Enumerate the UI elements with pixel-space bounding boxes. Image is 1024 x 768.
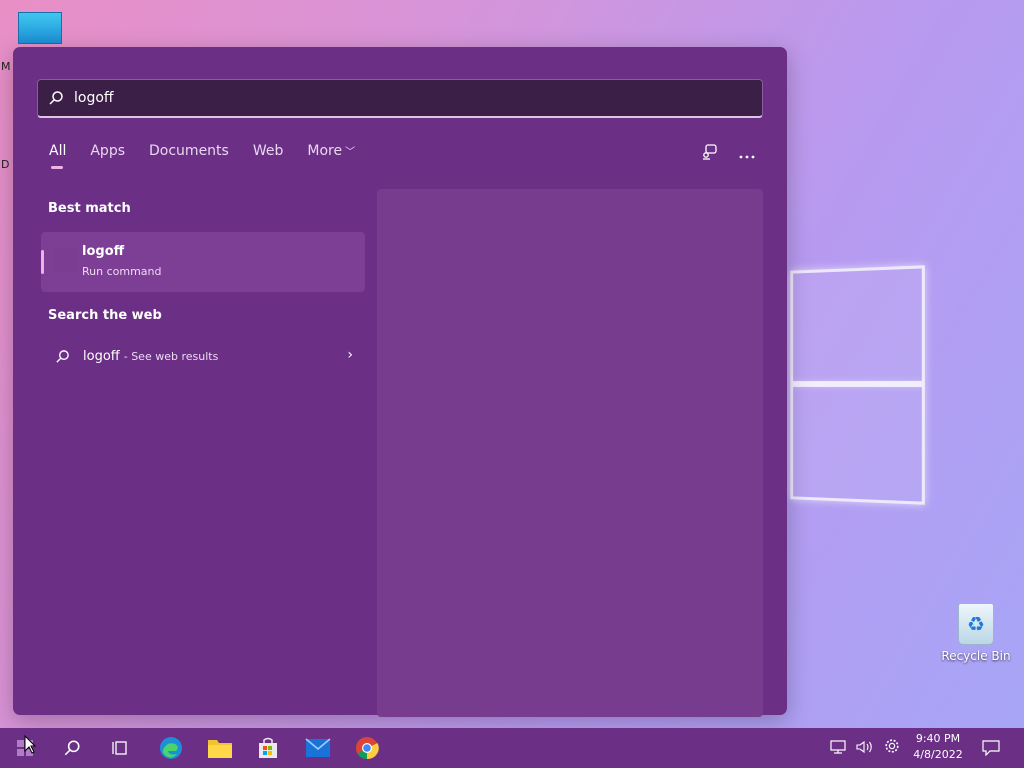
clock-date: 4/8/2022	[913, 748, 963, 761]
recycle-bin-icon: ♻	[958, 603, 994, 645]
edge-taskbar-button[interactable]	[148, 728, 194, 768]
task-view-button[interactable]	[97, 728, 143, 768]
search-input[interactable]	[74, 90, 674, 106]
logo-pane-top	[790, 265, 925, 384]
taskbar: 9:40 PM 4/8/2022	[0, 728, 1024, 768]
result-type: Run command	[82, 265, 162, 278]
tab-apps[interactable]: Apps	[90, 143, 125, 169]
connect-icon[interactable]	[701, 143, 719, 165]
this-pc-desktop-icon[interactable]	[18, 12, 62, 44]
clock[interactable]: 9:40 PM 4/8/2022	[906, 731, 970, 763]
file-explorer-icon	[208, 740, 232, 758]
notification-button[interactable]	[968, 728, 1014, 768]
panel-toolbar	[701, 143, 755, 165]
result-preview-pane	[377, 189, 763, 717]
notification-icon	[982, 740, 1000, 756]
clock-time: 9:40 PM	[915, 732, 961, 745]
web-query-text: logoff	[83, 348, 120, 364]
chrome-taskbar-button[interactable]	[344, 728, 390, 768]
desktop-icon-label-fragment: M	[1, 60, 11, 73]
search-panel: All Apps Documents Web More﹀ Best match …	[13, 47, 787, 717]
desktop-icon-label-fragment: D	[1, 158, 10, 171]
taskbar-search-button[interactable]	[49, 728, 95, 768]
windows-logo-wallpaper	[790, 253, 929, 515]
search-icon	[41, 349, 83, 364]
mouse-cursor	[24, 734, 37, 758]
see-web-results-text: - See web results	[123, 349, 219, 363]
volume-icon[interactable]	[856, 739, 874, 758]
mail-icon	[305, 738, 331, 757]
settings-gear-icon[interactable]	[884, 738, 900, 758]
run-command-icon	[55, 248, 77, 272]
store-icon	[259, 737, 277, 758]
best-match-heading: Best match	[48, 201, 131, 216]
tab-web[interactable]: Web	[253, 143, 284, 169]
recycle-bin-label: Recycle Bin	[941, 649, 1011, 663]
ellipsis-icon[interactable]	[739, 145, 755, 164]
tab-documents[interactable]: Documents	[149, 143, 229, 169]
chrome-icon	[356, 737, 379, 760]
logo-pane-bottom	[790, 384, 925, 505]
best-match-result[interactable]: logoff Run command	[41, 232, 365, 292]
task-view-icon	[112, 741, 127, 755]
system-tray	[830, 728, 900, 768]
tab-more[interactable]: More ﹀	[307, 143, 355, 169]
search-filter-tabs: All Apps Documents Web More ﹀	[49, 143, 379, 169]
search-icon	[38, 90, 74, 106]
edge-icon	[160, 737, 182, 759]
recycle-bin-desktop-icon[interactable]: ♻ Recycle Bin	[940, 603, 1012, 663]
search-icon	[64, 740, 80, 756]
search-box[interactable]	[37, 79, 763, 118]
chevron-down-icon: ﹀	[345, 147, 356, 158]
mail-taskbar-button[interactable]	[295, 728, 341, 768]
store-taskbar-button[interactable]	[245, 728, 291, 768]
search-the-web-heading: Search the web	[48, 308, 162, 323]
file-explorer-taskbar-button[interactable]	[197, 728, 243, 768]
network-icon[interactable]	[830, 739, 846, 758]
selection-indicator	[41, 250, 44, 274]
result-name: logoff	[82, 244, 125, 259]
web-search-result[interactable]: logoff - See web results ›	[41, 341, 365, 371]
chevron-right-icon: ›	[347, 347, 353, 363]
tab-all[interactable]: All	[49, 143, 66, 169]
